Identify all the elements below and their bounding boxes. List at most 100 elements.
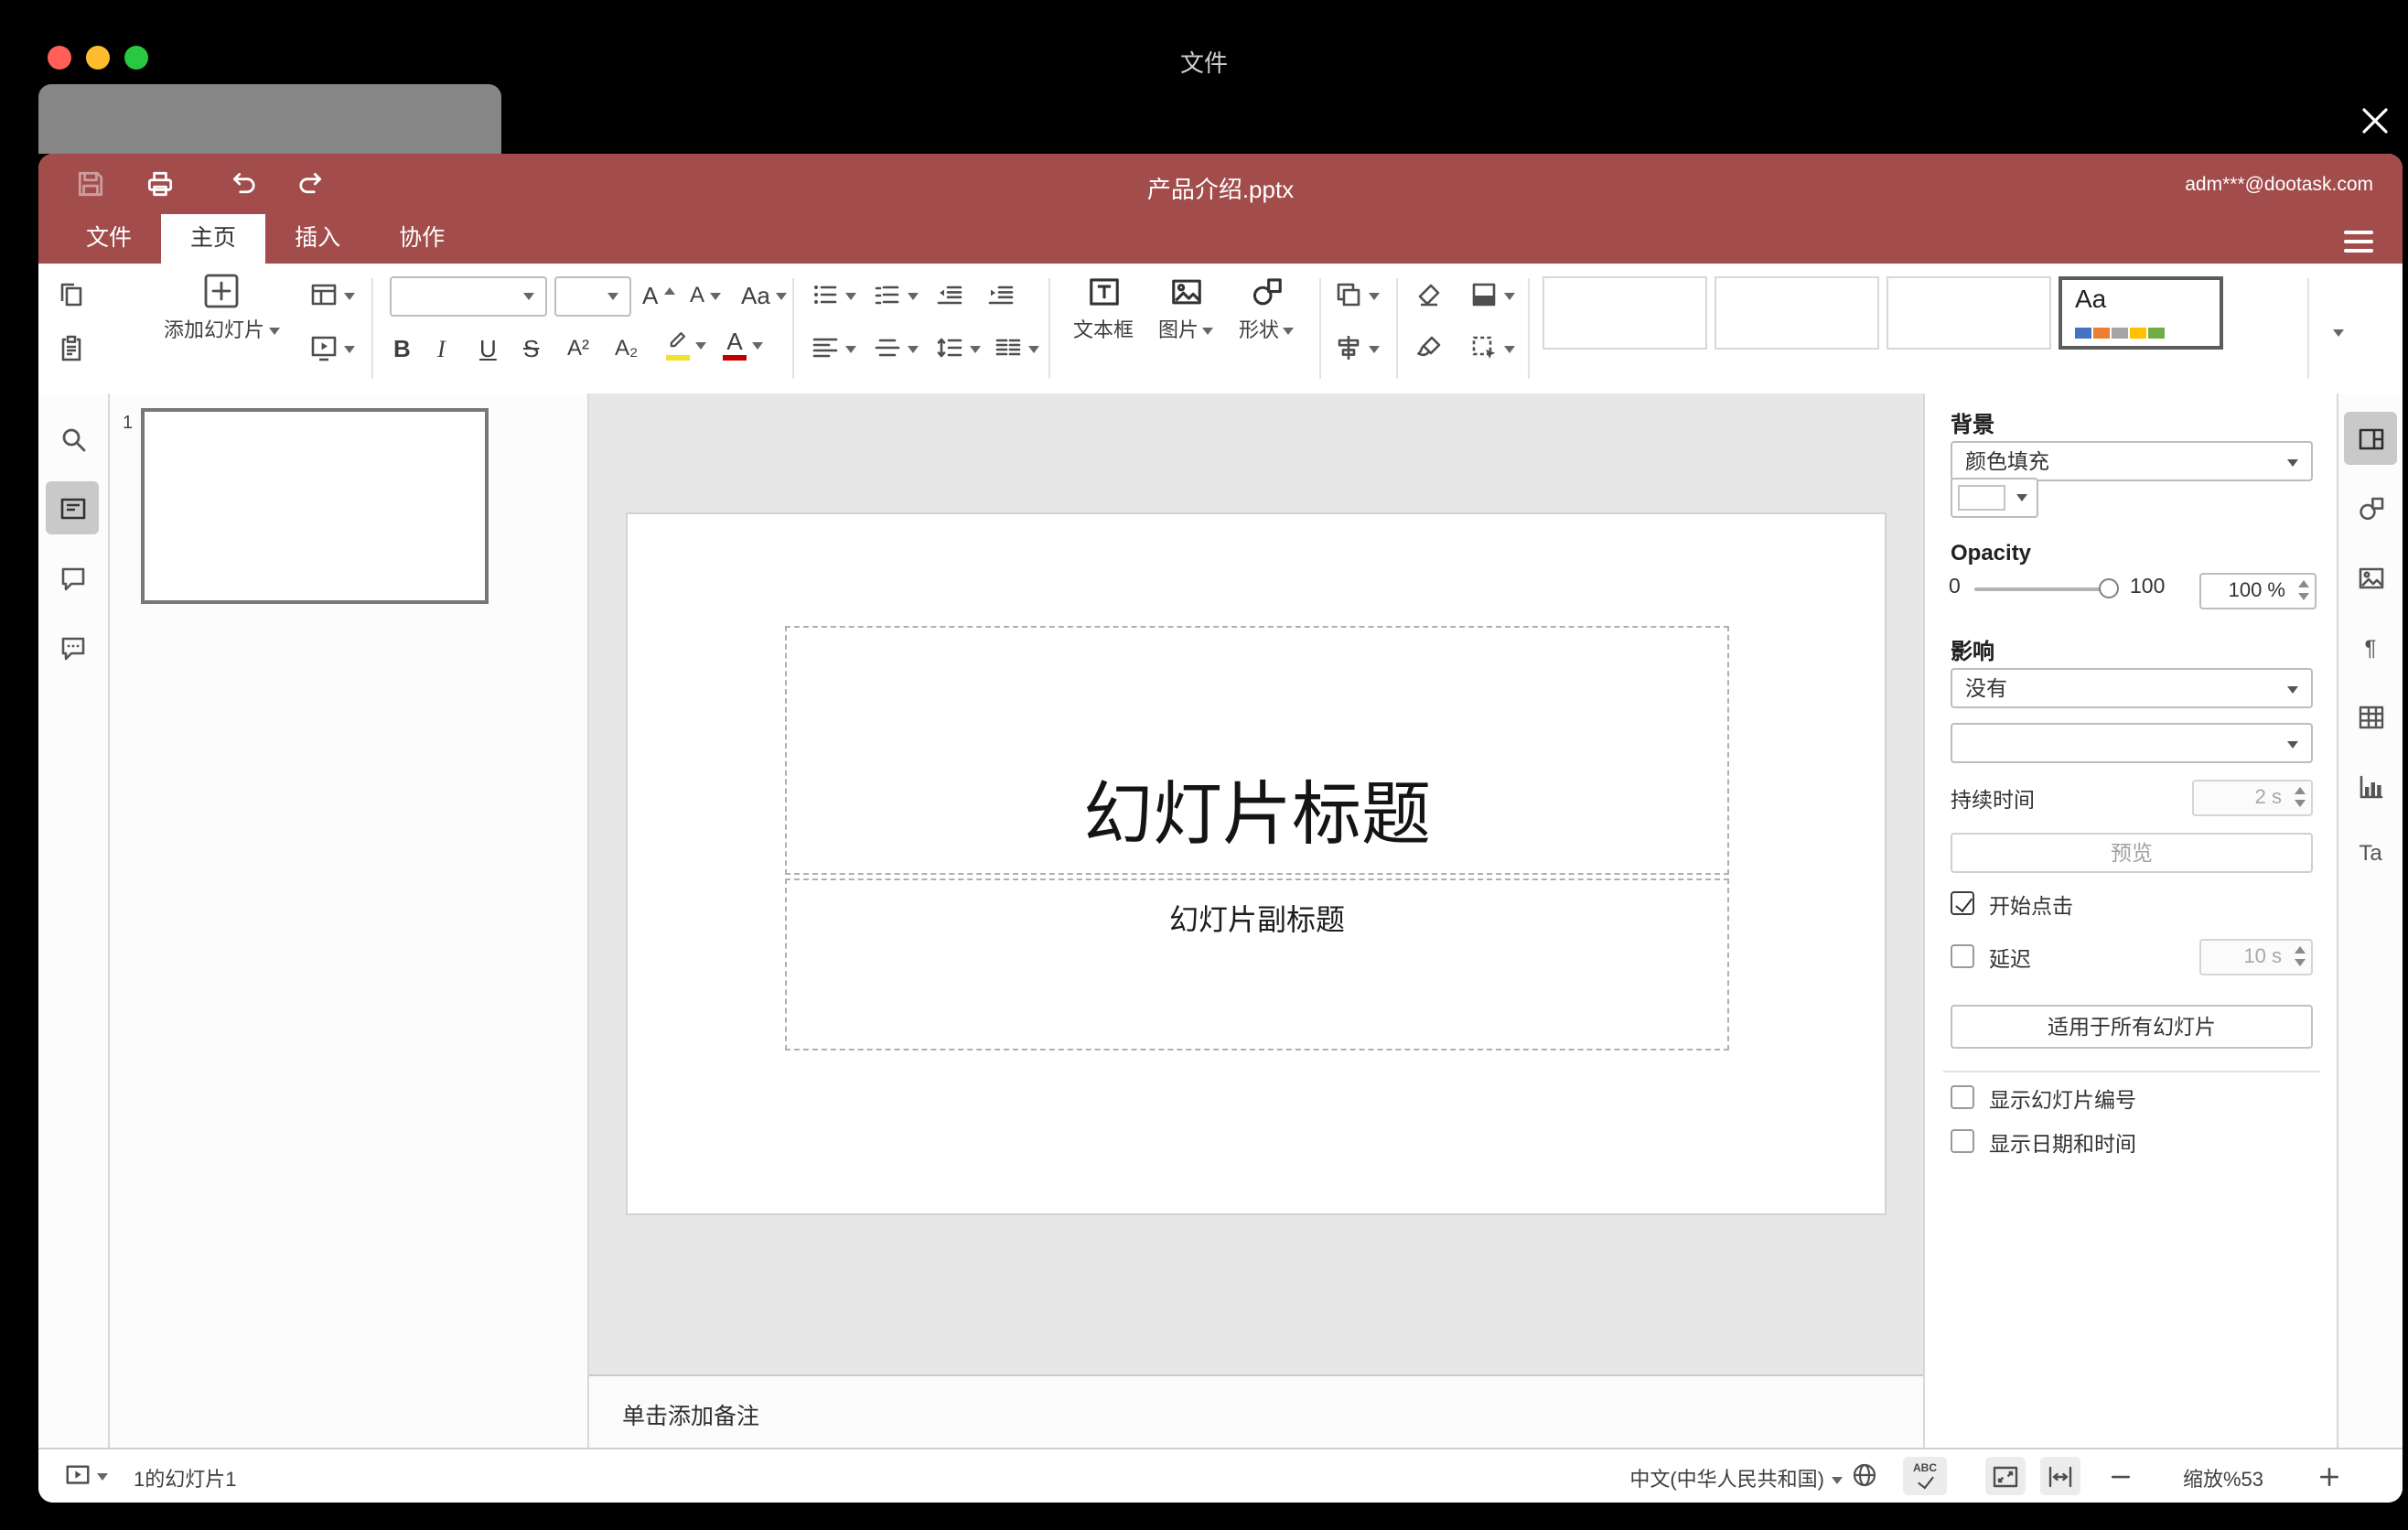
- theme-gallery-expand-button[interactable]: [2333, 311, 2344, 351]
- horizontal-align-button[interactable]: [811, 328, 856, 368]
- show-slide-number-checkbox[interactable]: [1951, 1085, 1974, 1109]
- clear-style-button[interactable]: [1414, 275, 1444, 315]
- columns-button[interactable]: [994, 328, 1039, 368]
- spellcheck-icon[interactable]: ABC: [1903, 1457, 1947, 1495]
- opacity-max-label: 100: [2130, 576, 2166, 598]
- start-slideshow-statusbar-button[interactable]: [57, 1457, 115, 1495]
- arrange-shape-button[interactable]: [1334, 275, 1380, 315]
- vertical-align-button[interactable]: [873, 328, 919, 368]
- delay-input[interactable]: 10 s: [2199, 939, 2313, 975]
- apply-to-all-button[interactable]: 适用于所有幻灯片: [1951, 1005, 2313, 1049]
- theme-option[interactable]: [1715, 276, 1879, 350]
- toolbar-separator: [371, 278, 373, 379]
- notes-area[interactable]: 单击添加备注: [589, 1374, 1923, 1449]
- slide-settings-icon[interactable]: [2344, 412, 2397, 465]
- increase-indent-button[interactable]: [986, 275, 1016, 315]
- left-sidebar: [38, 393, 110, 1449]
- image-settings-icon[interactable]: [2344, 551, 2397, 604]
- theme-option[interactable]: [1543, 276, 1707, 350]
- chat-icon[interactable]: [46, 620, 99, 673]
- background-color-select[interactable]: [1951, 478, 2038, 518]
- start-on-click-checkbox[interactable]: [1951, 891, 1974, 915]
- slides-panel-icon[interactable]: [46, 481, 99, 534]
- tab-collaboration[interactable]: 协作: [370, 214, 474, 264]
- textart-settings-icon[interactable]: Ta: [2344, 825, 2397, 878]
- shape-settings-icon[interactable]: [2344, 481, 2397, 534]
- slider-handle[interactable]: [2099, 578, 2119, 598]
- tab-home[interactable]: 主页: [161, 214, 266, 264]
- highlight-color-button[interactable]: [664, 324, 706, 364]
- effect-type-select[interactable]: [1951, 723, 2313, 763]
- subscript-button[interactable]: A₂: [615, 328, 638, 368]
- background-window-artifact: [38, 84, 501, 154]
- show-slide-number-label: 显示幻灯片编号: [1989, 1091, 2136, 1113]
- spinner-arrows[interactable]: [2295, 946, 2306, 966]
- theme-option[interactable]: [1887, 276, 2051, 350]
- underline-button[interactable]: U: [479, 328, 497, 368]
- bullets-button[interactable]: [811, 275, 856, 315]
- bold-button[interactable]: B: [393, 328, 411, 368]
- italic-button[interactable]: I: [437, 328, 446, 368]
- background-fill-select[interactable]: 颜色填充: [1951, 441, 2313, 481]
- font-color-bar: [723, 354, 747, 360]
- table-settings-icon[interactable]: [2344, 690, 2397, 743]
- slide-canvas[interactable]: 幻灯片标题 幻灯片副标题: [628, 514, 1885, 1213]
- set-language-icon[interactable]: [1850, 1460, 1879, 1490]
- copy-button[interactable]: [57, 275, 86, 315]
- insert-image-button[interactable]: 图片: [1147, 275, 1224, 344]
- paragraph-settings-icon[interactable]: ¶: [2344, 620, 2397, 673]
- highlight-color-bar: [665, 355, 689, 361]
- editing-canvas: 幻灯片标题 幻灯片副标题 单击添加备注: [589, 393, 1923, 1449]
- duration-input[interactable]: 2 s: [2192, 780, 2313, 816]
- change-case-button[interactable]: Aa: [741, 275, 787, 315]
- decrease-indent-button[interactable]: [935, 275, 964, 315]
- preview-button[interactable]: 预览: [1951, 833, 2313, 873]
- grow-font-button[interactable]: A: [642, 275, 675, 315]
- comments-icon[interactable]: [46, 551, 99, 604]
- superscript-button[interactable]: A²: [567, 328, 589, 368]
- subtitle-placeholder[interactable]: 幻灯片副标题: [785, 878, 1729, 1051]
- tab-file[interactable]: 文件: [57, 214, 161, 264]
- chart-settings-icon[interactable]: [2344, 760, 2397, 813]
- close-icon[interactable]: [2357, 99, 2401, 143]
- strikeout-button[interactable]: S: [523, 328, 539, 368]
- fit-slide-icon[interactable]: [1985, 1457, 2026, 1495]
- language-select[interactable]: 中文(中华人民共和国): [1629, 1464, 1843, 1493]
- insert-textbox-button[interactable]: 文本框: [1059, 275, 1147, 344]
- spinner-arrows[interactable]: [2295, 787, 2306, 807]
- title-placeholder[interactable]: 幻灯片标题: [785, 626, 1729, 875]
- numbering-button[interactable]: [873, 275, 919, 315]
- shape-fill-button[interactable]: [1469, 275, 1515, 315]
- effect-select[interactable]: 没有: [1951, 668, 2313, 708]
- slide-layout-button[interactable]: [309, 275, 355, 315]
- line-spacing-button[interactable]: [935, 328, 981, 368]
- effect-label: 影响: [1951, 639, 1995, 664]
- menu-icon[interactable]: [2344, 225, 2373, 254]
- tab-insert[interactable]: 插入: [265, 214, 370, 264]
- paste-button[interactable]: [57, 328, 86, 368]
- status-bar: 1的幻灯片1 中文(中华人民共和国) ABC 缩放%53: [38, 1448, 2403, 1503]
- show-date-time-checkbox[interactable]: [1951, 1129, 1974, 1153]
- font-name-select[interactable]: [390, 276, 547, 317]
- copy-style-button[interactable]: [1414, 328, 1444, 368]
- delay-checkbox[interactable]: [1951, 944, 1974, 968]
- font-size-select[interactable]: [554, 276, 631, 317]
- spinner-arrows[interactable]: [2298, 580, 2309, 600]
- zoom-out-icon[interactable]: [2106, 1462, 2134, 1490]
- search-icon[interactable]: [46, 412, 99, 465]
- delay-label: 延迟: [1989, 950, 2031, 972]
- start-slideshow-button[interactable]: [309, 328, 355, 368]
- add-slide-button[interactable]: 添加幻灯片: [145, 271, 298, 344]
- zoom-in-icon[interactable]: [2315, 1462, 2342, 1490]
- align-shape-button[interactable]: [1334, 328, 1380, 368]
- theme-option-selected[interactable]: Aa: [2059, 276, 2223, 350]
- shrink-font-button[interactable]: A: [690, 275, 722, 315]
- insert-shape-button[interactable]: 形状: [1228, 275, 1305, 344]
- slide-thumbnail[interactable]: [141, 408, 489, 604]
- fit-width-icon[interactable]: [2040, 1457, 2080, 1495]
- opacity-slider[interactable]: [1974, 578, 2119, 598]
- select-objects-button[interactable]: [1469, 328, 1515, 368]
- opacity-input[interactable]: 100 %: [2199, 573, 2317, 609]
- toolbar-separator: [1319, 278, 1321, 379]
- font-color-button[interactable]: A: [723, 324, 763, 364]
